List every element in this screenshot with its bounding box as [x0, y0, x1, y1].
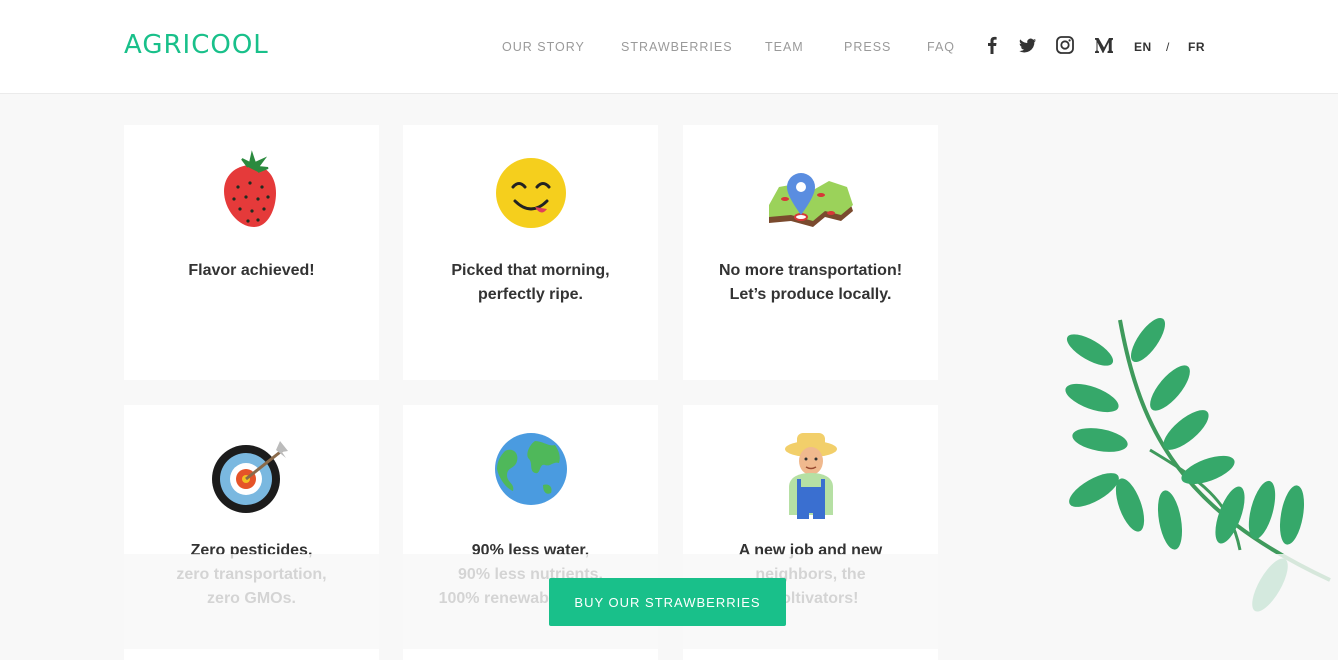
instagram-icon[interactable] [1054, 34, 1076, 56]
nav-our-story[interactable]: OUR STORY [502, 40, 585, 54]
nav-team[interactable]: TEAM [765, 40, 804, 54]
site-header: AGRICOOL OUR STORY STRAWBERRIES TEAM PRE… [0, 0, 1338, 94]
logo[interactable]: AGRICOOL [124, 30, 269, 60]
farmer-icon [784, 433, 837, 519]
lang-fr[interactable]: FR [1188, 40, 1205, 54]
nav-press[interactable]: PRESS [844, 40, 891, 54]
nav-faq[interactable]: FAQ [927, 40, 955, 54]
map-pin-icon [768, 173, 853, 227]
facebook-icon[interactable] [981, 34, 1003, 56]
card-text: No more transportation! Let’s produce lo… [718, 262, 903, 303]
medium-icon[interactable] [1093, 34, 1115, 56]
twitter-icon[interactable] [1016, 34, 1038, 56]
globe-icon [494, 433, 567, 505]
lang-en[interactable]: EN [1134, 40, 1152, 54]
feature-card-flavor: Flavor achieved! [124, 125, 379, 380]
lang-separator: / [1166, 40, 1170, 54]
strawberry-icon [223, 150, 276, 227]
nav-strawberries[interactable]: STRAWBERRIES [621, 40, 733, 54]
card-text: Picked that morning, perfectly ripe. [451, 262, 610, 303]
feature-card-fresh: Picked that morning, perfectly ripe. [403, 125, 658, 380]
target-icon [211, 441, 288, 513]
smiley-face-icon [495, 158, 566, 228]
card-text: Flavor achieved! [188, 262, 315, 279]
feature-card-local: No more transportation! Let’s produce lo… [683, 125, 938, 380]
buy-strawberries-button[interactable]: BUY OUR STRAWBERRIES [549, 578, 786, 626]
